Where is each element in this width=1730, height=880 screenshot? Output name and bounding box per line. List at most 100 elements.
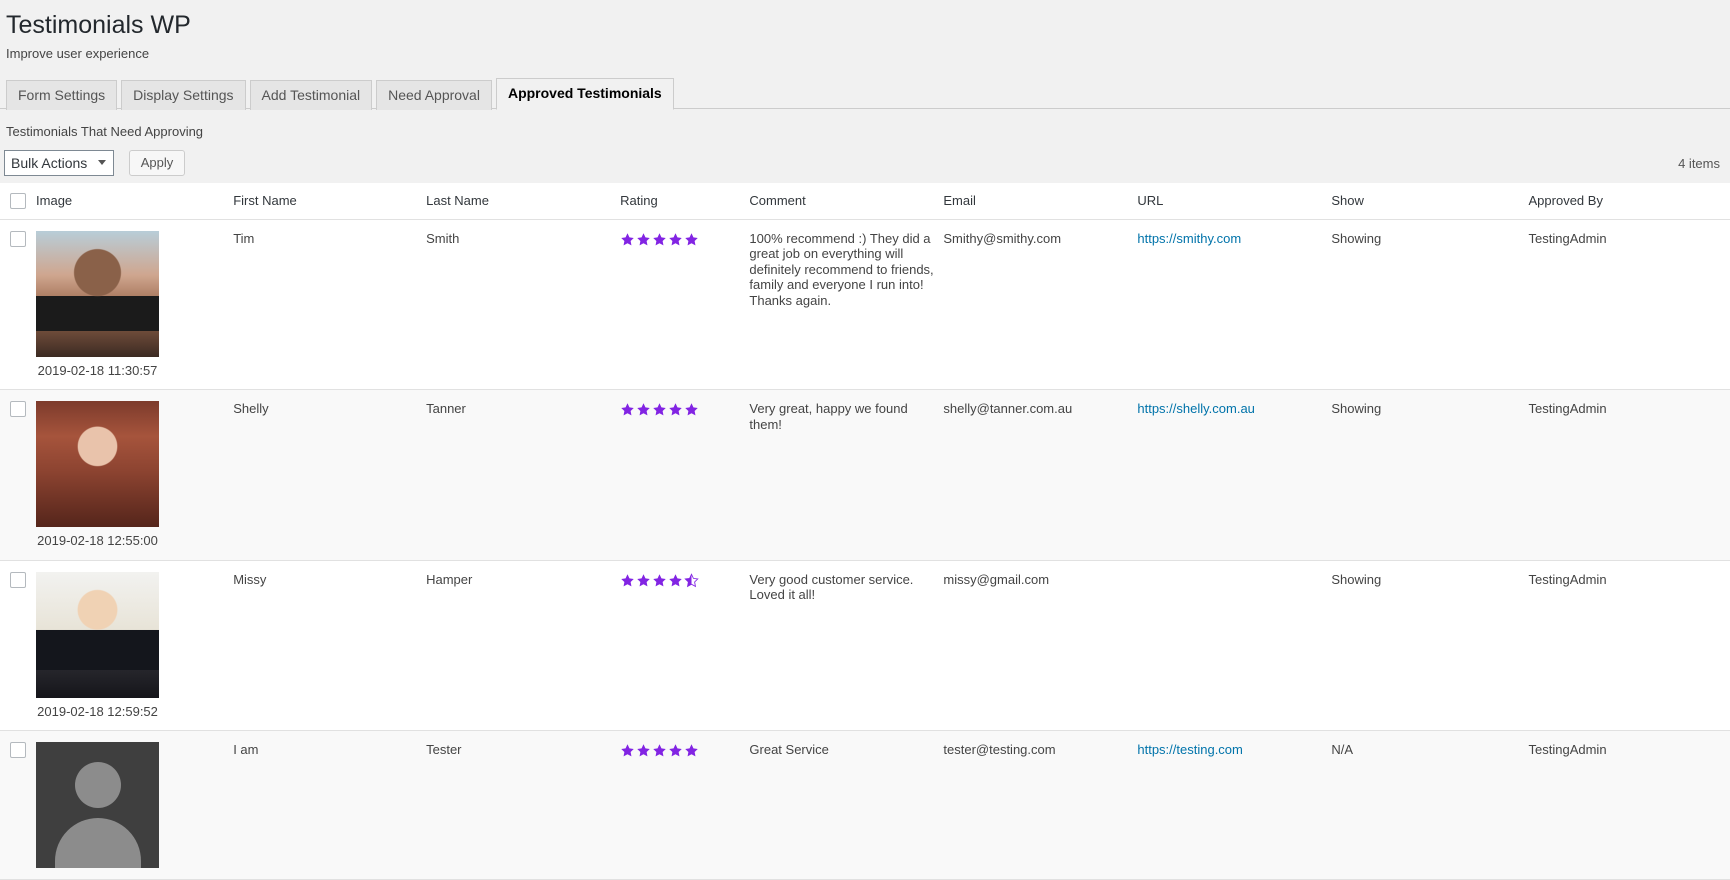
comment-cell: Very great, happy we found them! <box>749 389 944 561</box>
testimonial-url-link[interactable]: https://testing.com <box>1137 742 1243 757</box>
show-status-cell: Showing <box>1331 389 1529 561</box>
row-checkbox[interactable] <box>10 571 26 588</box>
star-full-icon <box>669 744 682 757</box>
star-full-icon <box>621 232 634 245</box>
column-header-first-name[interactable]: First Name <box>233 182 427 220</box>
star-full-icon <box>669 403 682 416</box>
testimonial-url-link[interactable]: https://smithy.com <box>1137 231 1241 246</box>
table-header-row: Image First Name Last Name Rating Commen… <box>0 182 1730 220</box>
comment-cell: Great Service <box>749 730 944 880</box>
star-full-icon <box>653 403 666 416</box>
show-status-cell: Showing <box>1331 219 1529 390</box>
tab-bar: Form Settings Display Settings Add Testimo… <box>0 77 1730 110</box>
star-full-icon <box>653 744 666 757</box>
testimonial-image-cell: 2019-02-18 12:55:00 <box>36 389 234 561</box>
show-status-cell: Showing <box>1331 560 1529 731</box>
star-full-icon <box>669 573 682 586</box>
column-header-last-name[interactable]: Last Name <box>426 182 621 220</box>
first-name-cell: I am <box>233 730 427 880</box>
approved-by-cell: TestingAdmin <box>1528 389 1730 561</box>
last-name-cell: Tester <box>426 730 621 880</box>
star-full-icon <box>637 744 650 757</box>
star-half-icon <box>684 572 699 587</box>
column-header-rating[interactable]: Rating <box>620 182 750 220</box>
column-header-image[interactable]: Image <box>36 182 234 220</box>
url-cell: https://testing.com <box>1137 730 1332 880</box>
email-cell: Smithy@smithy.com <box>943 219 1138 390</box>
url-cell: https://smithy.com <box>1137 219 1332 390</box>
select-all-checkbox[interactable] <box>10 192 26 209</box>
star-full-icon <box>637 573 650 586</box>
first-name-cell: Shelly <box>233 389 427 561</box>
approved-by-cell: TestingAdmin <box>1528 560 1730 731</box>
rating-stars <box>620 232 700 247</box>
star-full-icon <box>653 232 666 245</box>
rating-cell <box>620 730 750 880</box>
star-full-icon <box>637 403 650 416</box>
last-name-cell: Hamper <box>426 560 621 731</box>
column-header-comment[interactable]: Comment <box>749 182 944 220</box>
row-checkbox[interactable] <box>10 742 26 758</box>
testimonial-url-link[interactable]: https://shelly.com.au <box>1137 401 1255 416</box>
testimonial-timestamp: 2019-02-18 11:30:57 <box>37 362 158 378</box>
table-head: Image First Name Last Name Rating Commen… <box>0 182 1730 220</box>
first-name-cell: Missy <box>233 560 427 731</box>
email-cell: missy@gmail.com <box>943 560 1138 731</box>
apply-button[interactable]: Apply <box>128 149 186 176</box>
section-note: Testimonials That Need Approving <box>6 123 204 139</box>
testimonial-timestamp: 2019-02-18 12:59:52 <box>37 703 158 719</box>
column-header-url[interactable]: URL <box>1137 182 1332 220</box>
rating-stars <box>620 402 700 417</box>
rating-stars <box>620 743 700 758</box>
column-header-email[interactable]: Email <box>943 182 1138 220</box>
star-full-icon <box>637 232 650 245</box>
email-cell: shelly@tanner.com.au <box>943 389 1138 561</box>
first-name-cell: Tim <box>233 219 427 390</box>
bulk-actions-label: Bulk Actions <box>11 154 88 171</box>
testimonial-photo <box>36 742 160 868</box>
chevron-down-icon <box>98 159 107 165</box>
url-cell <box>1137 560 1332 731</box>
avatar-head-icon <box>74 762 121 808</box>
bulk-actions-select[interactable]: Bulk Actions <box>4 149 115 176</box>
table-row[interactable]: I am Tester Great Service tester@testing.co… <box>0 730 1730 880</box>
table-row[interactable]: 2019-02-18 11:30:57 Tim Smith 100% recommen… <box>0 219 1730 390</box>
rating-cell <box>620 560 750 731</box>
star-full-icon <box>621 744 634 757</box>
last-name-cell: Tanner <box>426 389 621 561</box>
table-body: 2019-02-18 11:30:57 Tim Smith 100% recommen… <box>0 219 1730 880</box>
tab-display-settings[interactable]: Display Settings <box>121 79 246 110</box>
row-checkbox[interactable] <box>10 401 26 417</box>
page-subtitle: Improve user experience <box>6 45 150 61</box>
row-checkbox[interactable] <box>10 230 26 247</box>
tab-approved-testimonials[interactable]: Approved Testimonials <box>495 77 674 110</box>
last-name-cell: Smith <box>426 219 621 390</box>
avatar-body-icon <box>54 818 141 868</box>
column-header-approved-by[interactable]: Approved By <box>1528 182 1730 220</box>
star-full-icon <box>621 403 634 416</box>
tab-add-testimonial[interactable]: Add Testimonial <box>249 79 373 110</box>
rating-cell <box>620 219 750 390</box>
star-full-icon <box>653 573 666 586</box>
items-count: 4 items <box>1678 155 1720 171</box>
approved-by-cell: TestingAdmin <box>1528 219 1730 390</box>
email-cell: tester@testing.com <box>943 730 1138 880</box>
testimonial-photo <box>36 401 160 527</box>
table-row[interactable]: 2019-02-18 12:55:00 Shelly Tanner Very grea… <box>0 389 1730 561</box>
column-header-show[interactable]: Show <box>1331 182 1529 220</box>
rating-stars <box>620 572 700 588</box>
admin-page: Testimonials WP Improve user experience … <box>0 0 1730 880</box>
row-select-cell <box>0 219 37 390</box>
testimonial-photo <box>36 571 160 698</box>
star-full-icon <box>685 232 698 245</box>
select-all-header <box>0 182 37 220</box>
table-row[interactable]: 2019-02-18 12:59:52 Missy Hamper Very good … <box>0 560 1730 731</box>
star-full-icon <box>669 232 682 245</box>
testimonial-timestamp: 2019-02-18 12:55:00 <box>37 533 158 548</box>
testimonial-photo <box>36 230 160 357</box>
testimonial-image-cell: 2019-02-18 11:30:57 <box>36 219 234 390</box>
tab-form-settings[interactable]: Form Settings <box>6 79 118 110</box>
comment-cell: 100% recommend :) They did a great job o… <box>749 219 944 390</box>
tab-need-approval[interactable]: Need Approval <box>376 79 492 110</box>
star-full-icon <box>621 573 634 586</box>
